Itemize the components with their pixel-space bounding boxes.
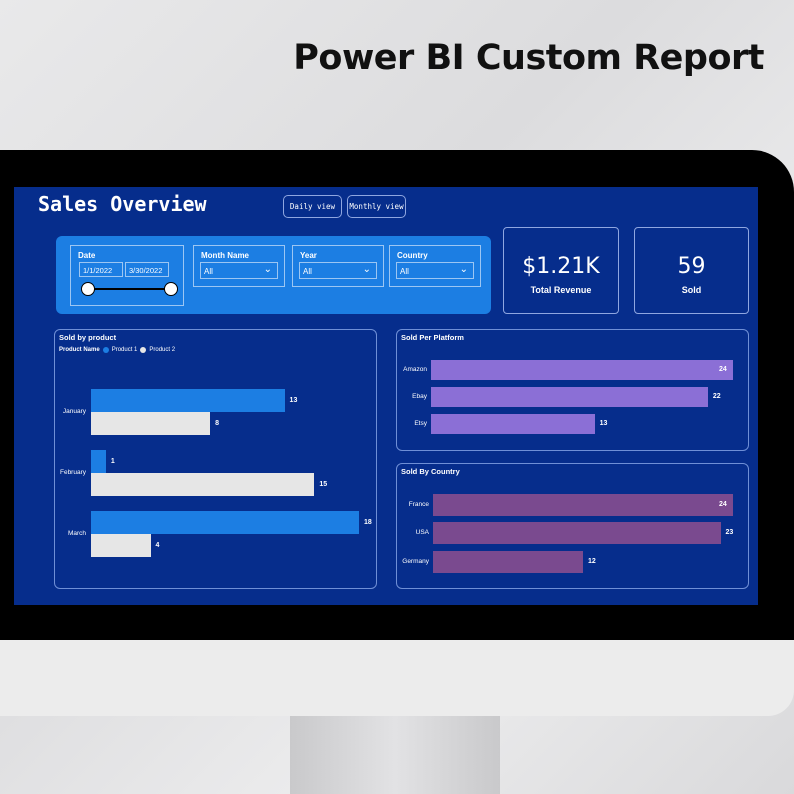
country-value: All [400,267,409,276]
start-date-input[interactable]: 1/1/2022 [79,262,123,277]
card-label: Total Revenue [530,285,592,295]
filter-panel: Date 1/1/2022 3/30/2022 Month Name All ⌄ … [56,236,491,314]
start-handle[interactable] [81,282,95,296]
category-label: USA [415,529,429,536]
monitor-chin [0,630,794,716]
bar-product-1[interactable] [91,511,359,534]
month-value: All [204,267,213,276]
chart-title: Sold Per Platform [401,333,464,342]
category-label: February [59,469,86,476]
bar[interactable] [431,360,733,380]
bar[interactable] [431,414,595,434]
monthly-view-button[interactable]: Monthly view [347,195,406,218]
category-label: January [62,408,86,415]
year-value: All [303,267,312,276]
data-label: 15 [319,481,328,488]
legend-item[interactable]: Product 1 [112,347,138,353]
country-slicer: Country All ⌄ [389,245,481,287]
card-label: Sold [681,285,702,295]
legend: Product Name Product 1 Product 2 [59,347,175,353]
country-dropdown[interactable]: All ⌄ [396,262,474,279]
page-title: Sales Overview [38,192,207,216]
legend-dot-product-2 [140,347,147,353]
category-label: Germany [402,558,429,565]
year-slicer: Year All ⌄ [292,245,384,287]
category-label: France [408,501,429,508]
end-date-input[interactable]: 3/30/2022 [125,262,169,277]
sold-card: 59 Sold [634,227,749,314]
data-label: 18 [364,519,372,526]
headline: Power BI Custom Report [293,38,764,78]
card-value: 59 [677,254,706,279]
bar-product-2[interactable] [91,534,151,557]
data-label: 13 [599,420,608,427]
chart-title: Sold By Country [401,467,460,476]
chart-title: Sold by product [59,333,117,342]
year-dropdown[interactable]: All ⌄ [299,262,377,279]
bar-product-2[interactable] [91,473,315,496]
bar-product-1[interactable] [91,389,285,412]
chevron-down-icon: ⌄ [459,264,468,275]
country-label: Country [397,251,428,260]
date-range-track [89,288,172,290]
category-label: Etsy [414,420,427,427]
chevron-down-icon: ⌄ [263,264,272,275]
data-label: 1 [110,458,115,465]
month-slicer: Month Name All ⌄ [193,245,285,287]
daily-view-button[interactable]: Daily view [283,195,342,218]
data-label: 23 [725,529,734,536]
bar[interactable] [433,522,721,544]
data-label: 8 [215,420,220,427]
bar[interactable] [433,551,583,573]
card-value: $1.21K [522,254,600,279]
month-dropdown[interactable]: All ⌄ [200,262,278,279]
legend-dot-product-1 [102,347,109,353]
legend-item[interactable]: Product 2 [149,347,175,353]
category-label: Amazon [403,366,427,373]
bar[interactable] [431,387,708,407]
date-slicer: Date 1/1/2022 3/30/2022 [70,245,184,306]
data-label: 12 [588,558,596,565]
data-label: 22 [712,393,721,400]
bar-product-1[interactable] [91,450,106,473]
year-label: Year [300,251,317,260]
data-label: 13 [289,397,298,404]
category-label: Ebay [412,393,427,400]
bar-product-2[interactable] [91,412,211,435]
data-label: 24 [719,501,727,508]
data-label: 24 [719,366,727,373]
end-handle[interactable] [164,282,178,296]
legend-title: Product Name [59,347,100,353]
date-label: Date [78,251,96,260]
data-label: 4 [155,542,160,549]
month-label: Month Name [201,251,249,260]
chevron-down-icon: ⌄ [362,264,371,275]
category-label: March [67,530,86,537]
bar[interactable] [433,494,733,516]
total-revenue-card: $1.21K Total Revenue [503,227,619,314]
